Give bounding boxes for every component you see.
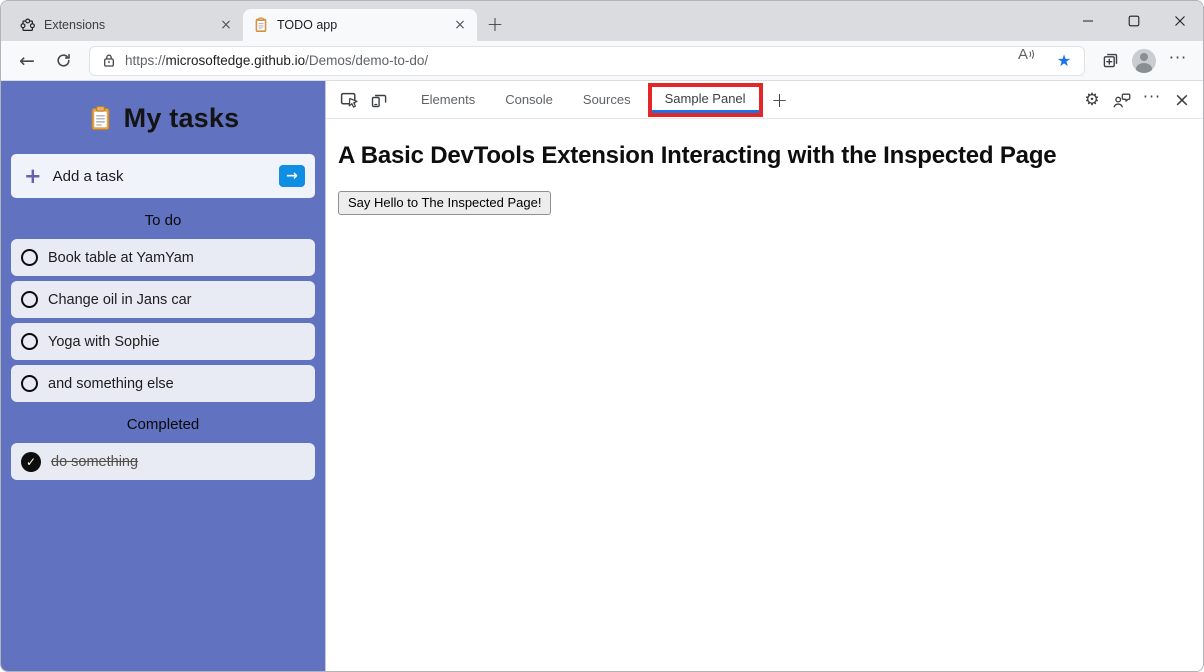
- checkbox-unchecked-icon[interactable]: [21, 291, 38, 308]
- devtools-panel: Elements Console Sources Sample Panel + …: [325, 81, 1203, 671]
- devtools-tab-sources[interactable]: Sources: [568, 81, 646, 118]
- back-button[interactable]: ←: [9, 44, 45, 78]
- checkbox-unchecked-icon[interactable]: [21, 375, 38, 392]
- task-label: Yoga with Sophie: [48, 333, 160, 350]
- checkbox-checked-icon[interactable]: ✓: [21, 451, 41, 472]
- profile-button[interactable]: [1127, 44, 1161, 78]
- read-aloud-button[interactable]: A: [1013, 45, 1041, 74]
- minimize-button[interactable]: [1065, 1, 1111, 41]
- collections-button[interactable]: [1093, 44, 1127, 78]
- window-controls: [1065, 1, 1203, 41]
- add-task-label: Add a task: [52, 167, 124, 185]
- more-icon: ···: [1142, 87, 1162, 106]
- inspect-element-icon[interactable]: [334, 85, 364, 115]
- devtools-more-tabs-button[interactable]: +: [767, 85, 793, 115]
- task-label: Change oil in Jans car: [48, 291, 192, 308]
- devtools-toolbar: Elements Console Sources Sample Panel + …: [326, 81, 1203, 119]
- tab-strip: Extensions × TODO app × +: [1, 1, 1203, 41]
- tab-title: TODO app: [277, 18, 338, 32]
- add-task-submit-button[interactable]: →: [279, 165, 305, 187]
- tab-close-icon[interactable]: ×: [451, 16, 469, 34]
- main-area: My tasks + Add a task → To do Book table…: [1, 81, 1203, 671]
- favorite-star-button[interactable]: ★: [1050, 48, 1078, 74]
- tab-title: Extensions: [44, 18, 106, 32]
- devtools-toolbar-right: ⚙ ··· ×: [1077, 85, 1197, 115]
- settings-gear-icon[interactable]: ⚙: [1077, 85, 1107, 115]
- task-item[interactable]: Yoga with Sophie: [11, 323, 315, 360]
- task-label: and something else: [48, 375, 174, 392]
- devtools-tab-console[interactable]: Console: [490, 81, 568, 118]
- browser-menu-button[interactable]: ···: [1161, 44, 1195, 78]
- clipboard-favicon: [253, 17, 269, 33]
- task-item[interactable]: Change oil in Jans car: [11, 281, 315, 318]
- tab-todo-app[interactable]: TODO app ×: [243, 9, 477, 41]
- task-item[interactable]: Book table at YamYam: [11, 239, 315, 276]
- url-scheme: https://: [125, 53, 166, 68]
- task-label: Book table at YamYam: [48, 249, 194, 266]
- navigation-toolbar: ← https://microsoftedge.github.io/Demos/…: [1, 41, 1203, 81]
- task-item-completed[interactable]: ✓ do something: [11, 443, 315, 480]
- device-toolbar-icon[interactable]: [364, 85, 394, 115]
- tab-extensions[interactable]: Extensions ×: [9, 9, 243, 41]
- devtools-tab-elements[interactable]: Elements: [406, 81, 490, 118]
- page-title: My tasks: [11, 103, 315, 134]
- add-task-input[interactable]: + Add a task →: [11, 154, 315, 198]
- devtools-menu-button[interactable]: ···: [1137, 85, 1167, 115]
- address-bar[interactable]: https://microsoftedge.github.io/Demos/de…: [89, 45, 1085, 76]
- todo-app-page: My tasks + Add a task → To do Book table…: [1, 81, 325, 671]
- url-text: https://microsoftedge.github.io/Demos/de…: [125, 53, 1004, 68]
- lock-icon: [102, 53, 116, 68]
- task-item[interactable]: and something else: [11, 365, 315, 402]
- close-button[interactable]: [1157, 1, 1203, 41]
- star-icon: ★: [1056, 51, 1072, 70]
- checkbox-unchecked-icon[interactable]: [21, 249, 38, 266]
- section-label-todo: To do: [144, 212, 182, 229]
- highlight-annotation-box: Sample Panel: [647, 82, 763, 117]
- devtools-tab-sample-panel[interactable]: Sample Panel: [651, 86, 759, 113]
- puzzle-icon: [19, 17, 36, 34]
- devtools-tab-list: Elements Console Sources Sample Panel +: [406, 81, 793, 118]
- panel-heading: A Basic DevTools Extension Interacting w…: [338, 142, 1057, 169]
- say-hello-button[interactable]: Say Hello to The Inspected Page!: [338, 191, 552, 215]
- new-tab-button[interactable]: +: [481, 10, 509, 38]
- sample-panel-content: A Basic DevTools Extension Interacting w…: [326, 119, 1203, 238]
- browser-window: Extensions × TODO app × + ← https://micr…: [0, 0, 1204, 672]
- feedback-icon[interactable]: [1107, 85, 1137, 115]
- section-label-completed: Completed: [126, 416, 200, 433]
- checkbox-unchecked-icon[interactable]: [21, 333, 38, 350]
- url-host: microsoftedge.github.io: [165, 53, 306, 68]
- devtools-close-button[interactable]: ×: [1167, 85, 1197, 115]
- avatar: [1132, 48, 1156, 73]
- tab-list: Extensions × TODO app × +: [1, 9, 509, 41]
- clipboard-icon: [87, 105, 114, 132]
- plus-icon: +: [24, 163, 42, 188]
- more-icon: ···: [1168, 48, 1188, 67]
- refresh-button[interactable]: [45, 44, 81, 78]
- read-aloud-icon: A: [1017, 45, 1028, 63]
- url-path: /Demos/demo-to-do/: [305, 53, 429, 68]
- task-label: do something: [51, 453, 139, 470]
- tab-close-icon[interactable]: ×: [217, 16, 235, 34]
- maximize-button[interactable]: [1111, 1, 1157, 41]
- page-title-text: My tasks: [123, 103, 240, 133]
